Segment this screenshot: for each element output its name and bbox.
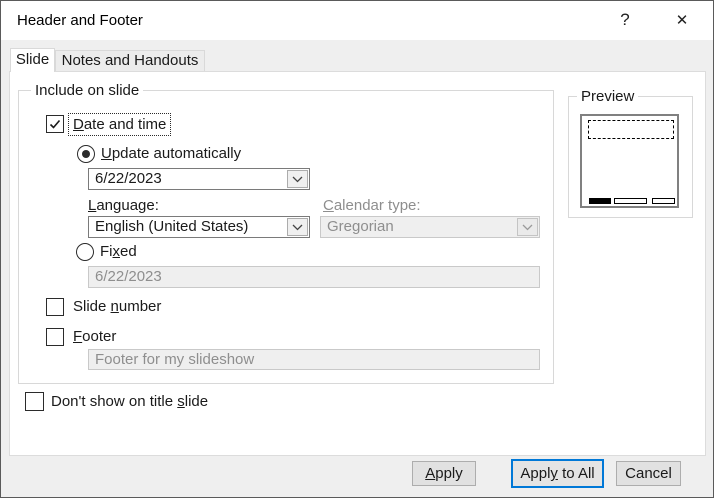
label-text: pdate automatically (111, 145, 242, 162)
header-footer-dialog: Header and Footer ? ✕ Slide Notes and Ha… (0, 0, 714, 498)
label-text: alendar type: (333, 197, 421, 214)
date-format-value: 6/22/2023 (95, 170, 162, 187)
footer-text-value: Footer for my slideshow (95, 351, 255, 368)
fixed-date-value: 6/22/2023 (95, 268, 162, 285)
fixed-date-input: 6/22/2023 (88, 266, 540, 288)
tab-slide[interactable]: Slide (10, 48, 55, 72)
tab-slide-label: Slide (15, 51, 50, 68)
tab-notes-label: Notes and Handouts (61, 52, 199, 69)
tab-page-slide: Include on slide Date and time Update au… (9, 71, 706, 456)
slide-number-placeholder-bar (652, 198, 675, 204)
date-and-time-label[interactable]: Date and time (68, 113, 172, 136)
preview-group-legend: Preview (577, 88, 639, 105)
titlebar[interactable]: Header and Footer ? ✕ (1, 1, 713, 40)
help-button[interactable]: ? (608, 4, 642, 36)
dont-show-on-title-slide-label[interactable]: Don't show on title slide (51, 393, 208, 411)
label-text: lide (184, 393, 209, 410)
help-icon: ? (620, 10, 630, 29)
cancel-button-label: Cancel (625, 465, 672, 482)
tab-notes-and-handouts[interactable]: Notes and Handouts (55, 50, 205, 71)
label-text: Slide (73, 298, 111, 315)
apply-to-all-button[interactable]: Apply to All (511, 459, 604, 488)
label-accel: D (73, 116, 84, 133)
fixed-radio[interactable] (76, 243, 94, 261)
dropdown-button (287, 170, 308, 188)
apply-button-label: Apply (425, 465, 463, 482)
dropdown-button (517, 218, 538, 236)
language-combobox[interactable]: English (United States) (88, 216, 310, 238)
language-label: Language: (88, 197, 159, 215)
cancel-button[interactable]: Cancel (616, 461, 681, 486)
chevron-down-icon (292, 176, 303, 182)
title-placeholder-outline (588, 120, 674, 139)
date-placeholder-bar (589, 198, 611, 204)
fixed-label[interactable]: Fixed (100, 243, 137, 261)
preview-group: Preview (568, 88, 693, 218)
chevron-down-icon (292, 224, 303, 230)
label-text: pply (435, 465, 463, 482)
date-format-combobox[interactable]: 6/22/2023 (88, 168, 310, 190)
label-accel: n (110, 298, 119, 315)
apply-to-all-button-label: Apply to All (520, 465, 594, 482)
include-group-legend: Include on slide (31, 82, 144, 99)
calendar-type-value: Gregorian (327, 218, 394, 235)
label-accel: U (101, 145, 112, 162)
calendar-type-label: Calendar type: (323, 197, 421, 215)
label-text: ate and time (83, 116, 167, 133)
dropdown-button (287, 218, 308, 236)
label-text: Don't show on title (51, 393, 178, 410)
label-accel: A (425, 465, 436, 482)
slide-number-checkbox[interactable] (46, 298, 64, 316)
date-and-time-checkbox[interactable] (46, 115, 64, 133)
label-text: ooter (82, 328, 117, 345)
close-icon: ✕ (675, 12, 689, 29)
label-accel: C (323, 197, 334, 214)
update-automatically-label[interactable]: Update automatically (101, 145, 241, 163)
label-accel: x (112, 243, 121, 260)
label-text: Fi (100, 243, 113, 260)
footer-checkbox[interactable] (46, 328, 64, 346)
checkmark-icon (49, 119, 61, 129)
label-text: Appl (520, 465, 551, 482)
label-accel: y (550, 465, 558, 482)
label-text: anguage: (96, 197, 159, 214)
label-text: umber (118, 298, 162, 315)
close-button[interactable]: ✕ (665, 4, 699, 36)
label-accel: F (73, 328, 83, 345)
apply-button[interactable]: Apply (412, 461, 476, 486)
chevron-down-icon (522, 224, 533, 230)
label-text: to All (557, 465, 595, 482)
update-automatically-radio[interactable] (77, 145, 95, 163)
calendar-type-combobox: Gregorian (320, 216, 540, 238)
dialog-title: Header and Footer (17, 12, 143, 29)
footer-label[interactable]: Footer (73, 328, 116, 346)
label-accel: s (177, 393, 185, 410)
language-value: English (United States) (95, 218, 249, 235)
dont-show-on-title-slide-checkbox[interactable] (25, 392, 44, 411)
radio-dot (82, 150, 90, 158)
slide-preview-thumbnail (580, 114, 679, 208)
footer-placeholder-bar (614, 198, 647, 204)
slide-number-label[interactable]: Slide number (73, 298, 161, 316)
label-text: ed (120, 243, 137, 260)
footer-text-input: Footer for my slideshow (88, 349, 540, 370)
